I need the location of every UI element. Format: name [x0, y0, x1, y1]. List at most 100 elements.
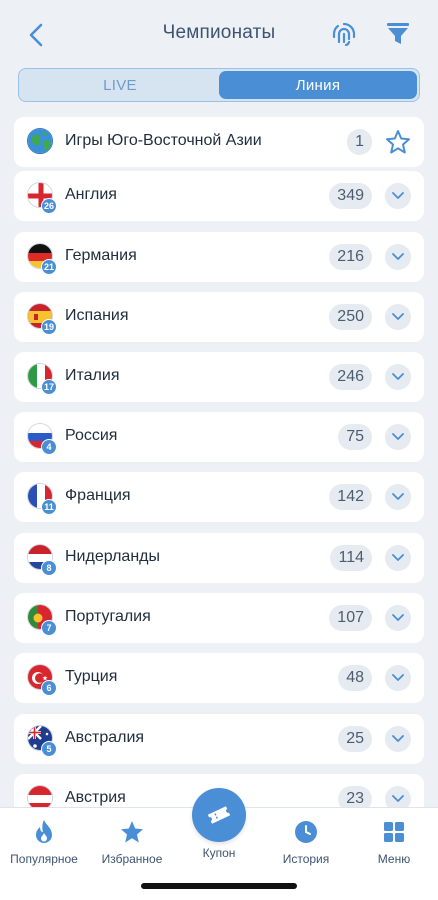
chevron-down-icon — [392, 313, 404, 320]
expand-button[interactable] — [385, 244, 411, 270]
flag: 8 — [27, 544, 57, 576]
chevron-down-icon — [392, 192, 404, 199]
league-count-badge: 11 — [41, 499, 57, 515]
list-item-label: Франция — [65, 487, 131, 504]
list-item-label: Россия — [65, 427, 118, 444]
list-item[interactable]: 4 Россия 75 — [14, 412, 424, 462]
event-count: 142 — [329, 484, 372, 510]
event-count: 114 — [330, 545, 372, 571]
expand-button[interactable] — [385, 183, 411, 209]
event-count: 48 — [338, 665, 372, 691]
league-count-badge: 21 — [41, 259, 58, 275]
league-count-badge: 8 — [41, 560, 57, 576]
league-count-badge: 17 — [41, 379, 58, 395]
nav-label: Избранное — [101, 852, 163, 866]
flag: 11 — [27, 483, 57, 515]
page-title: Чемпионаты — [162, 22, 276, 43]
expand-button[interactable] — [385, 545, 411, 571]
expand-button[interactable] — [385, 726, 411, 752]
league-count-badge: 6 — [41, 680, 57, 696]
flag: 7 — [27, 604, 57, 636]
flag: 17 — [27, 363, 58, 395]
nav-menu[interactable]: Меню — [350, 818, 438, 870]
mode-tabs: LIVE Линия — [18, 68, 420, 102]
expand-button[interactable] — [385, 665, 411, 691]
flag: 19 — [27, 303, 58, 335]
nav-popular[interactable]: Популярное — [0, 818, 88, 870]
list-item[interactable]: 17 Италия 246 — [14, 352, 424, 402]
chevron-down-icon — [392, 554, 404, 561]
fingerprint-icon — [332, 22, 356, 47]
clock-icon — [295, 821, 317, 843]
expand-button[interactable] — [385, 424, 411, 450]
nav-coupon[interactable] — [192, 788, 246, 842]
grid-icon — [384, 822, 404, 842]
nav-label: Купон — [202, 846, 236, 860]
list-item-label: Турция — [65, 668, 118, 685]
league-count-badge: 7 — [41, 620, 57, 636]
chevron-down-icon — [392, 674, 404, 681]
list-item-label: Австрия — [65, 789, 126, 806]
flag: 4 — [27, 423, 57, 455]
league-count-badge: 5 — [41, 741, 57, 757]
list-item-label: Германия — [65, 247, 137, 264]
event-count: 107 — [329, 605, 372, 631]
list-item[interactable]: Игры Юго-Восточной Азии 1 — [14, 117, 424, 167]
home-indicator — [141, 883, 297, 889]
chevron-down-icon — [392, 433, 404, 440]
list-item[interactable]: 26 Англия 349 — [14, 171, 424, 221]
event-count: 216 — [329, 244, 372, 270]
event-count: 250 — [329, 304, 372, 330]
league-count-badge: 19 — [41, 319, 58, 335]
chevron-down-icon — [392, 253, 404, 260]
nav-label: Популярное — [10, 852, 78, 866]
expand-button[interactable] — [385, 304, 411, 330]
list-item-label: Португалия — [65, 608, 151, 625]
list-item[interactable]: 5 Австралия 25 — [14, 714, 424, 764]
event-count: 25 — [338, 726, 372, 752]
star-icon — [386, 130, 410, 154]
list-item-label: Нидерланды — [65, 548, 160, 565]
nav-label: Меню — [377, 852, 411, 866]
globe-icon — [28, 129, 52, 153]
league-count-badge: 26 — [41, 198, 58, 214]
flag: 26 — [27, 182, 58, 214]
event-count: 246 — [329, 364, 372, 390]
list-item[interactable]: 6 Турция 48 — [14, 653, 424, 703]
list-item-label: Англия — [65, 186, 117, 203]
flag: 6 — [27, 664, 57, 696]
tab-live[interactable]: LIVE — [21, 71, 219, 99]
chevron-down-icon — [392, 735, 404, 742]
list-item-label: Италия — [65, 367, 120, 384]
expand-button[interactable] — [385, 364, 411, 390]
list-item[interactable]: 8 Нидерланды 114 — [14, 533, 424, 583]
league-count-badge: 4 — [41, 439, 57, 455]
event-count: 1 — [347, 129, 372, 155]
chevron-down-icon — [392, 373, 404, 380]
nav-favorites[interactable]: Избранное — [88, 818, 176, 870]
list-item-label: Игры Юго-Восточной Азии — [65, 132, 262, 149]
event-count: 75 — [338, 424, 372, 450]
nav-label: История — [282, 852, 330, 866]
list-item[interactable]: 7 Португалия 107 — [14, 593, 424, 643]
flag — [27, 128, 55, 156]
chevron-down-icon — [392, 795, 404, 802]
filter-button[interactable] — [382, 18, 414, 50]
tab-line[interactable]: Линия — [219, 71, 417, 99]
chevron-down-icon — [392, 493, 404, 500]
list-item-label: Испания — [65, 307, 129, 324]
list-item[interactable]: 11 Франция 142 — [14, 472, 424, 522]
list-item[interactable]: 19 Испания 250 — [14, 292, 424, 342]
expand-button[interactable] — [385, 484, 411, 510]
list-item[interactable]: 21 Германия 216 — [14, 232, 424, 282]
event-count: 349 — [329, 183, 372, 209]
ticket-icon — [207, 806, 231, 824]
expand-button[interactable] — [385, 605, 411, 631]
fingerprint-button[interactable] — [328, 18, 360, 50]
flag: 5 — [27, 725, 57, 757]
list-item-label: Австралия — [65, 729, 145, 746]
star-icon — [121, 821, 143, 843]
favorite-button[interactable] — [384, 128, 412, 156]
filter-icon — [387, 23, 409, 44]
nav-history[interactable]: История — [262, 818, 350, 870]
